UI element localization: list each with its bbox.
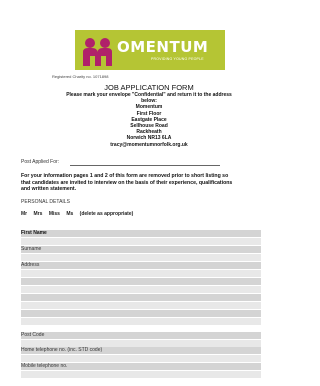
- title-miss[interactable]: Miss: [49, 211, 60, 217]
- title-options: Mr Mrs Miss Ms (delete as appropriate): [21, 211, 138, 217]
- address-field[interactable]: [21, 262, 261, 269]
- address-field-row[interactable]: [21, 270, 261, 277]
- address-field-row[interactable]: [21, 278, 261, 285]
- title-mr[interactable]: Mr: [21, 211, 27, 217]
- mobile-tel-field-row[interactable]: [21, 371, 261, 378]
- home-tel-label: Home telephone no. (inc. STD code): [21, 347, 103, 353]
- address-field-row[interactable]: [21, 294, 261, 301]
- first-name-label: First Name: [21, 230, 47, 236]
- form-title: JOB APPLICATION FORM: [104, 83, 194, 92]
- info-paragraph: For your information pages 1 and 2 of th…: [21, 173, 281, 193]
- info-line: that candidates are invited to interview…: [21, 179, 233, 186]
- post-code-field-row[interactable]: [21, 340, 261, 347]
- home-tel-field-row[interactable]: [21, 355, 261, 362]
- first-name-field-row[interactable]: [21, 238, 261, 245]
- title-delete-note: (delete as appropriate): [79, 211, 134, 217]
- first-name-field[interactable]: [21, 230, 261, 237]
- info-line: For your information pages 1 and 2 of th…: [21, 173, 229, 179]
- post-applied-label: Post Applied For:: [21, 159, 60, 165]
- title-mrs[interactable]: Mrs: [34, 211, 43, 217]
- address-field-row[interactable]: [21, 310, 261, 317]
- logo-tagline: PROVIDING YOUNG PEOPLE: [151, 57, 204, 61]
- charity-number: Registered Charity no. 1071898: [52, 74, 109, 79]
- post-code-field[interactable]: [21, 332, 261, 339]
- address-field-row[interactable]: [21, 302, 261, 309]
- address-field-row[interactable]: [21, 286, 261, 293]
- address-label: Address: [21, 262, 40, 268]
- post-code-label: Post Code: [21, 332, 45, 338]
- surname-label: Surname: [21, 246, 42, 252]
- people-logo-icon: [83, 38, 112, 66]
- surname-field[interactable]: [21, 246, 261, 253]
- address-field-row[interactable]: [21, 318, 261, 325]
- mobile-tel-label: Mobile telephone no.: [21, 363, 68, 369]
- logo-wordmark: OMENTUM: [117, 38, 209, 56]
- instructions-block: Please mark your envelope "Confidential"…: [0, 92, 298, 148]
- info-line: and written statement.: [21, 186, 77, 193]
- post-applied-field[interactable]: [70, 165, 220, 166]
- surname-field-row[interactable]: [21, 254, 261, 261]
- email-line: tracy@momentumnorfolk.org.uk: [110, 141, 188, 148]
- title-ms[interactable]: Ms: [66, 211, 73, 217]
- momentum-logo: OMENTUM PROVIDING YOUNG PEOPLE: [75, 30, 225, 70]
- personal-details-heading: PERSONAL DETAILS: [21, 199, 70, 205]
